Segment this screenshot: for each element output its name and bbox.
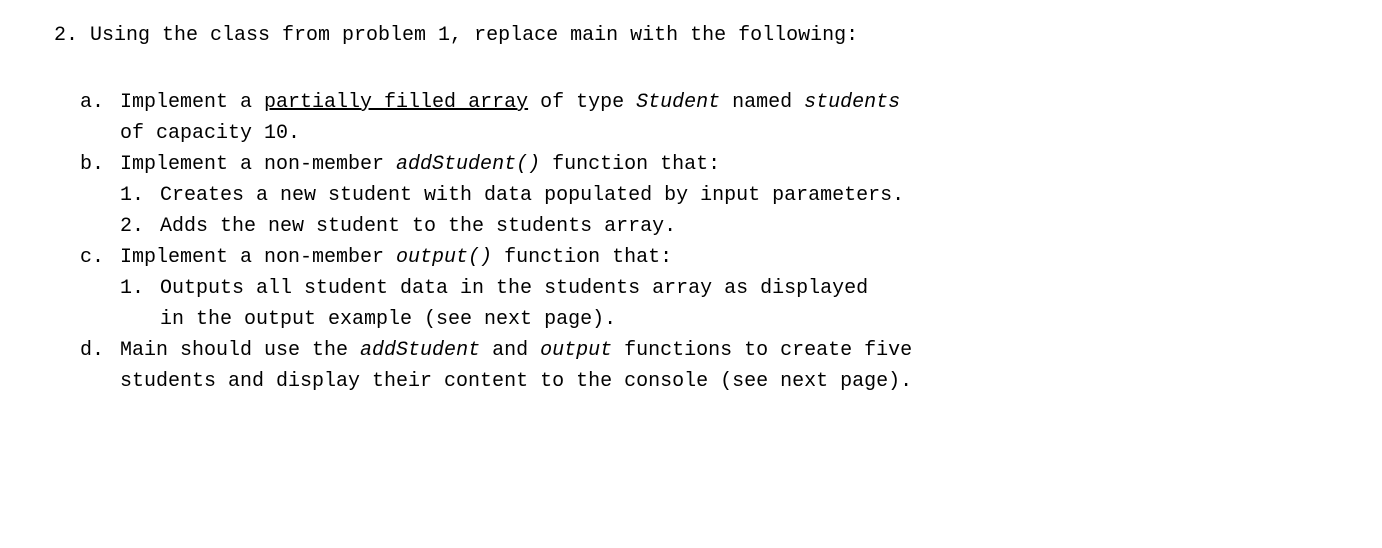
text-c-post: function that: (492, 246, 672, 269)
nested-b1: 1. Creates a new student with data popul… (120, 180, 1342, 211)
text-a-italic2: students (804, 91, 900, 114)
sub-item-d: d. Main should use the addStudent and ou… (80, 335, 1342, 397)
problem-sub-list: a. Implement a partially filled array of… (80, 87, 1342, 397)
nested-marker-b2: 2. (120, 211, 160, 242)
sub-item-a: a. Implement a partially filled array of… (80, 87, 1342, 149)
text-d-pre: Main should use the (120, 339, 360, 362)
sub-item-c: c. Implement a non-member output() funct… (80, 242, 1342, 335)
nested-marker-b1: 1. (120, 180, 160, 211)
sub-d-line2: students and display their content to th… (120, 366, 1342, 397)
text-d-italic1: addStudent (360, 339, 480, 362)
text-b-post: function that: (540, 153, 720, 176)
text-a-mid: of type (528, 91, 636, 114)
problem-2: 2. Using the class from problem 1, repla… (54, 20, 1342, 51)
sub-marker-d: d. (80, 335, 120, 397)
problem-text: Using the class from problem 1, replace … (90, 20, 1342, 51)
sub-marker-b: b. (80, 149, 120, 242)
text-a-italic1: Student (636, 91, 720, 114)
problem-number: 2. (54, 20, 90, 51)
sub-content-b: Implement a non-member addStudent() func… (120, 149, 1342, 242)
nested-c1: 1. Outputs all student data in the stude… (120, 273, 1342, 335)
nested-marker-c1: 1. (120, 273, 160, 335)
sub-d-line1: Main should use the addStudent and outpu… (120, 335, 1342, 366)
sub-b-line1: Implement a non-member addStudent() func… (120, 149, 1342, 180)
nested-c1-line1: Outputs all student data in the students… (160, 273, 1342, 304)
text-a-pre: Implement a (120, 91, 264, 114)
sub-item-b: b. Implement a non-member addStudent() f… (80, 149, 1342, 242)
text-d-mid1: and (480, 339, 540, 362)
text-c-italic1: output() (396, 246, 492, 269)
nested-content-c1: Outputs all student data in the students… (160, 273, 1342, 335)
nested-b2: 2. Adds the new student to the students … (120, 211, 1342, 242)
nested-c1-line2: in the output example (see next page). (160, 304, 1342, 335)
text-a-underlined: partially filled array (264, 91, 528, 114)
text-c-pre: Implement a non-member (120, 246, 396, 269)
sub-content-d: Main should use the addStudent and outpu… (120, 335, 1342, 397)
text-d-italic2: output (540, 339, 612, 362)
nested-content-b1: Creates a new student with data populate… (160, 180, 1342, 211)
text-d-post: functions to create five (612, 339, 912, 362)
sub-content-a: Implement a partially filled array of ty… (120, 87, 1342, 149)
text-b-italic1: addStudent() (396, 153, 540, 176)
sub-a-line2: of capacity 10. (120, 118, 1342, 149)
text-b-pre: Implement a non-member (120, 153, 396, 176)
sub-a-line1: Implement a partially filled array of ty… (120, 87, 1342, 118)
sub-content-c: Implement a non-member output() function… (120, 242, 1342, 335)
sub-marker-c: c. (80, 242, 120, 335)
nested-content-b2: Adds the new student to the students arr… (160, 211, 1342, 242)
sub-c-line1: Implement a non-member output() function… (120, 242, 1342, 273)
sub-marker-a: a. (80, 87, 120, 149)
text-a-mid2: named (720, 91, 804, 114)
